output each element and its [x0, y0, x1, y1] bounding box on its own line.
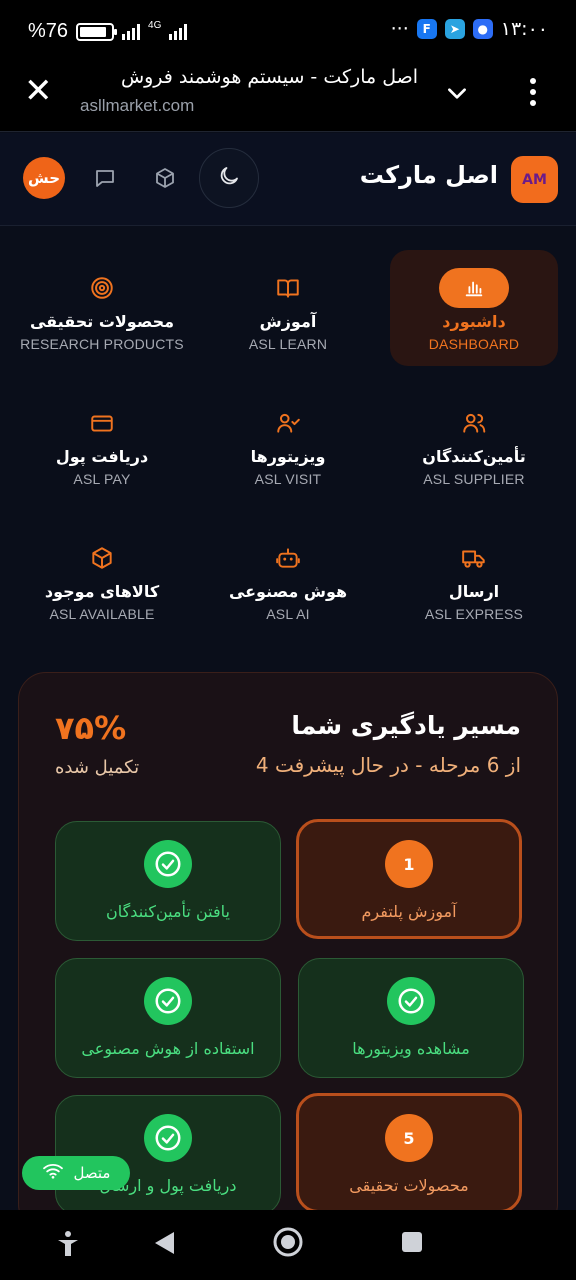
- nav-sublabel: ASL EXPRESS: [424, 606, 524, 622]
- browser-toolbar: ✕ اصل مارکت - سیستم هوشمند فروش asllmark…: [0, 62, 576, 132]
- nav-research-products[interactable]: محصولات تحقیقی RESEARCH PRODUCTS: [18, 250, 186, 366]
- step-find-suppliers[interactable]: یافتن تأمین‌کنندگان: [55, 821, 281, 941]
- step-label: محصولات تحقیقی: [349, 1176, 469, 1195]
- progress-label: تکمیل شده: [55, 757, 140, 778]
- book-icon: [204, 268, 372, 308]
- robot-icon: [204, 538, 372, 578]
- nav-sublabel: ASL VISIT: [254, 471, 322, 487]
- check-circle-icon: [144, 977, 192, 1025]
- step-receive-money[interactable]: دریافت پول و ارسال: [55, 1095, 281, 1215]
- step-label: آموزش پلتفرم: [361, 902, 457, 921]
- learning-title: مسیر یادگیری شما: [291, 711, 521, 740]
- step-label: یافتن تأمین‌کنندگان: [106, 902, 230, 921]
- step-label: مشاهده ویزیتورها: [352, 1039, 470, 1058]
- nav-label: داشبورد: [442, 312, 506, 331]
- connection-label: متصل: [73, 1164, 111, 1182]
- nav-learn[interactable]: آموزش ASL LEARN: [204, 250, 372, 366]
- message-icon[interactable]: [90, 163, 120, 193]
- back-icon[interactable]: [152, 1230, 176, 1260]
- accessibility-icon[interactable]: [56, 1230, 80, 1262]
- signal-icon-2: [169, 23, 188, 40]
- nav-supplier[interactable]: تأمین‌کنندگان ASL SUPPLIER: [390, 385, 558, 501]
- close-icon[interactable]: ✕: [24, 74, 53, 108]
- nav-label: هوش مصنوعی: [228, 582, 348, 601]
- step-view-visitors[interactable]: مشاهده ویزیتورها: [298, 958, 524, 1078]
- notification-dots: ···: [390, 18, 409, 40]
- home-icon[interactable]: [272, 1226, 304, 1262]
- progress-percent: ۷۵%: [55, 709, 127, 747]
- app-notification-icon: F: [416, 19, 437, 39]
- nav-sublabel: RESEARCH PRODUCTS: [20, 336, 184, 352]
- nav-express[interactable]: ارسال ASL EXPRESS: [390, 520, 558, 636]
- battery-icon: [76, 22, 118, 41]
- box-icon: [18, 538, 186, 578]
- network-type: 4G: [148, 20, 162, 31]
- clock: ۱۳:۰۰: [500, 18, 548, 40]
- chat-icon: ●: [472, 19, 493, 39]
- status-bar: %76 4G ··· F ➤ ● ۱۳:۰۰: [0, 0, 576, 62]
- nav-available[interactable]: کالاهای موجود ASL AVAILABLE: [18, 520, 186, 636]
- target-icon: [18, 268, 186, 308]
- nav-sublabel: DASHBOARD: [428, 336, 520, 352]
- app-header: AM اصل مارکت حش: [0, 133, 576, 226]
- signal-icon: [122, 23, 141, 40]
- nav-ai[interactable]: هوش مصنوعی ASL AI: [204, 520, 372, 636]
- nav-sublabel: ASL AVAILABLE: [49, 606, 155, 622]
- step-platform-training[interactable]: 1 آموزش پلتفرم: [296, 819, 522, 939]
- user-check-icon: [204, 403, 372, 443]
- telegram-icon: ➤: [444, 19, 465, 39]
- step-number: 5: [385, 1114, 433, 1162]
- system-nav-bar: [0, 1210, 576, 1280]
- avatar[interactable]: حش: [23, 157, 65, 199]
- wifi-icon: [42, 1162, 64, 1184]
- brand-name: اصل مارکت: [359, 161, 498, 189]
- nav-label: دریافت پول: [55, 447, 149, 466]
- bar-chart-icon: [439, 268, 509, 308]
- chevron-down-icon[interactable]: [444, 80, 470, 110]
- truck-icon: [390, 538, 558, 578]
- more-menu-icon[interactable]: [530, 78, 536, 106]
- package-icon[interactable]: [150, 163, 180, 193]
- nav-label: محصولات تحقیقی: [29, 312, 175, 331]
- users-icon: [390, 403, 558, 443]
- theme-toggle-button[interactable]: [199, 148, 259, 208]
- nav-label: تأمین‌کنندگان: [422, 447, 526, 466]
- check-circle-icon: [144, 840, 192, 888]
- nav-label: ویزیتورها: [250, 447, 326, 466]
- nav-label: آموزش: [259, 312, 317, 331]
- step-label: استفاده از هوش مصنوعی: [81, 1039, 255, 1058]
- nav-label: ارسال: [448, 582, 500, 601]
- check-circle-icon: [387, 977, 435, 1025]
- step-research-products[interactable]: 5 محصولات تحقیقی: [296, 1093, 522, 1213]
- nav-sublabel: ASL PAY: [73, 471, 131, 487]
- page-url[interactable]: asllmarket.com: [80, 96, 194, 116]
- nav-sublabel: ASL LEARN: [248, 336, 328, 352]
- moon-icon: [217, 164, 241, 192]
- check-circle-icon: [144, 1114, 192, 1162]
- credit-card-icon: [18, 403, 186, 443]
- page-title: اصل مارکت - سیستم هوشمند فروش: [120, 66, 418, 88]
- step-use-ai[interactable]: استفاده از هوش مصنوعی: [55, 958, 281, 1078]
- recents-icon[interactable]: [400, 1230, 424, 1258]
- learning-path-card: مسیر یادگیری شما 4 از 6 مرحله - در حال پ…: [18, 672, 558, 1232]
- nav-visit[interactable]: ویزیتورها ASL VISIT: [204, 385, 372, 501]
- nav-pay[interactable]: دریافت پول ASL PAY: [18, 385, 186, 501]
- battery-percent: %76: [28, 20, 69, 42]
- nav-sublabel: ASL AI: [266, 606, 310, 622]
- nav-sublabel: ASL SUPPLIER: [423, 471, 525, 487]
- nav-label: کالاهای موجود: [44, 582, 160, 601]
- learning-subtitle: 4 از 6 مرحله - در حال پیشرفت: [255, 753, 521, 777]
- step-number: 1: [385, 840, 433, 888]
- connection-status-badge: متصل: [22, 1156, 130, 1190]
- brand-logo[interactable]: AM: [511, 156, 558, 203]
- nav-dashboard[interactable]: داشبورد DASHBOARD: [390, 250, 558, 366]
